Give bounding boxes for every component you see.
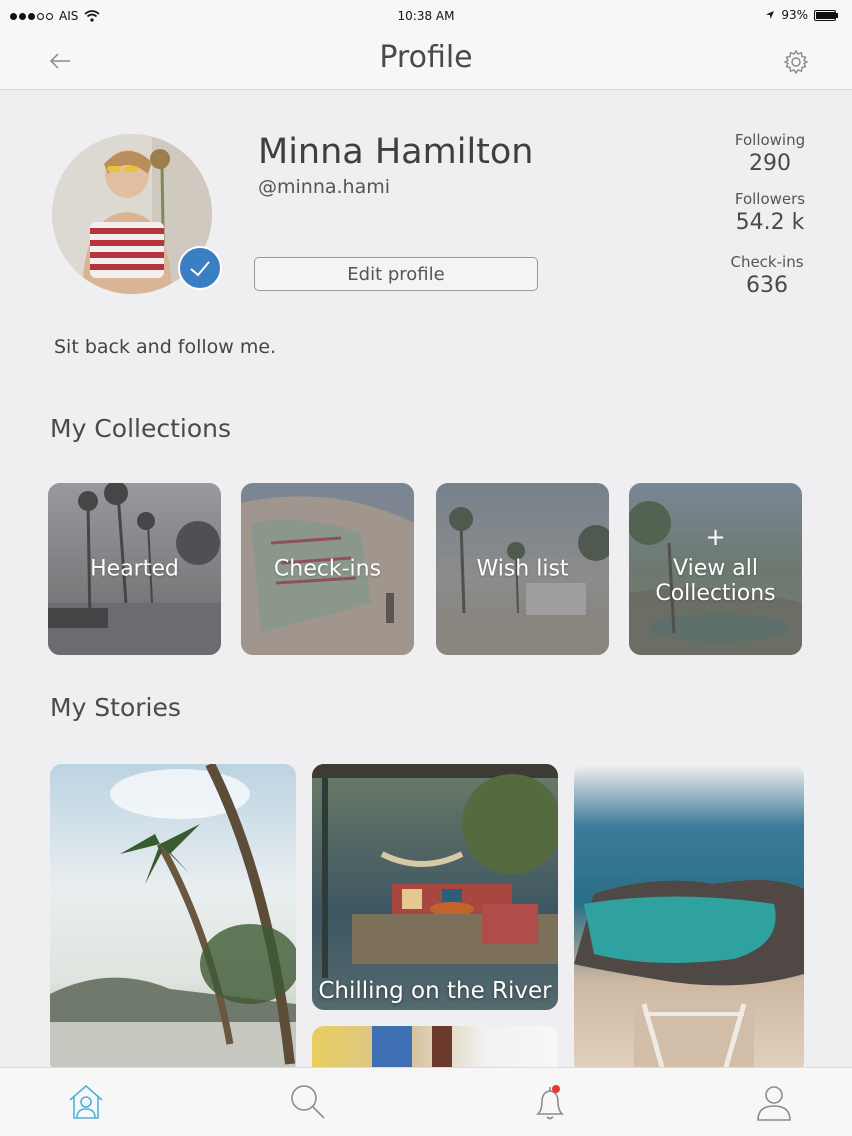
stat-value: 290 <box>749 151 791 176</box>
story-photo <box>574 880 804 1074</box>
stat-value: 636 <box>746 273 788 298</box>
profile-handle: @minna.hami <box>258 176 391 198</box>
user-icon[interactable] <box>754 1082 794 1122</box>
plus-icon: + <box>705 523 726 551</box>
verified-badge <box>178 246 222 290</box>
collection-label: View all Collections <box>655 556 776 607</box>
battery-icon <box>814 9 838 21</box>
profile-name: Minna Hamilton <box>258 132 534 172</box>
battery-percent: 93% <box>781 8 808 22</box>
collection-check-ins[interactable]: Check-ins <box>241 483 414 655</box>
status-right: 93% <box>765 8 838 22</box>
gear-icon[interactable] <box>782 48 810 76</box>
collection-label: Wish list <box>476 556 569 582</box>
collection-label: Hearted <box>90 556 179 582</box>
story-card-palms[interactable] <box>50 764 296 1074</box>
story-photo <box>50 764 296 1074</box>
navigation-bar: Profile <box>0 32 852 90</box>
edit-profile-button[interactable]: Edit profile <box>254 257 538 291</box>
stat-following[interactable]: Following 290 <box>705 131 835 176</box>
stories-heading: My Stories <box>50 693 181 722</box>
home-person-icon[interactable] <box>66 1082 106 1122</box>
profile-screen: AIS 10:38 AM 93% Profile Minna Hamilton … <box>0 0 852 1136</box>
stat-label: Check-ins <box>730 253 804 271</box>
stat-followers[interactable]: Followers 54.2 k <box>705 190 835 235</box>
story-photo <box>312 764 558 978</box>
collection-label: Check-ins <box>273 556 382 582</box>
stat-check-ins[interactable]: Check-ins 636 <box>702 253 832 298</box>
status-time: 10:38 AM <box>397 9 455 23</box>
checkmark-icon <box>190 261 210 277</box>
stat-label: Followers <box>734 190 806 208</box>
search-icon[interactable] <box>288 1082 328 1122</box>
collection-hearted[interactable]: Hearted <box>48 483 221 655</box>
collection-view-all[interactable]: + View all Collections <box>629 483 802 655</box>
tab-bar <box>0 1067 852 1136</box>
collections-heading: My Collections <box>50 414 231 443</box>
story-card-lagoon[interactable] <box>574 764 804 1074</box>
status-bar: AIS 10:38 AM 93% <box>0 0 852 32</box>
notification-dot <box>552 1085 560 1093</box>
bell-icon[interactable] <box>530 1082 570 1122</box>
page-title: Profile <box>379 40 473 75</box>
stat-value: 54.2 k <box>735 210 805 235</box>
collection-wish-list[interactable]: Wish list <box>436 483 609 655</box>
story-caption: Chilling on the River <box>318 978 552 1004</box>
location-arrow-icon <box>766 11 775 19</box>
story-card-river[interactable]: Chilling on the River <box>312 764 558 1010</box>
profile-bio: Sit back and follow me. <box>54 336 277 358</box>
stat-label: Following <box>734 131 806 149</box>
